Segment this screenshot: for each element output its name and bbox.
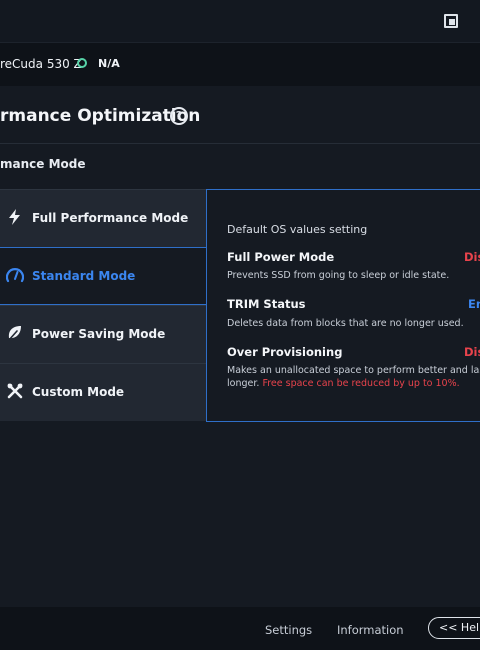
detail-description-continued: longer. Free space can be reduced by up … xyxy=(227,378,460,389)
mode-details-panel: Default OS values setting Full Power Mod… xyxy=(206,189,480,422)
device-status: N/A xyxy=(98,57,120,70)
mode-option-power-saving[interactable]: Power Saving Mode xyxy=(0,305,206,363)
detail-status: Dis xyxy=(464,250,480,264)
detail-status: Dis xyxy=(464,345,480,359)
mode-label: Custom Mode xyxy=(32,385,125,399)
leaf-icon xyxy=(8,326,21,341)
detail-title: Full Power Mode xyxy=(227,250,335,264)
warning-text: Free space can be reduced by up to 10%. xyxy=(262,378,460,389)
status-indicator-icon xyxy=(77,58,87,68)
detail-title: TRIM Status xyxy=(227,297,306,311)
device-bar: reCuda 530 Z xyxy=(0,42,480,86)
help-icon[interactable]: ? xyxy=(170,107,188,125)
section-divider xyxy=(0,143,480,144)
subsection-title: mance Mode xyxy=(0,157,86,171)
settings-link[interactable]: Settings xyxy=(265,623,312,637)
mode-label: Full Performance Mode xyxy=(32,211,189,225)
detail-description: Deletes data from blocks that are no lon… xyxy=(227,318,464,329)
title-bar xyxy=(0,0,480,42)
help-button[interactable]: << Help xyxy=(428,617,480,639)
gauge-icon xyxy=(6,268,24,283)
detail-description: Makes an unallocated space to perform be… xyxy=(227,365,480,376)
information-link[interactable]: Information xyxy=(337,623,404,637)
device-name[interactable]: reCuda 530 Z xyxy=(0,57,82,71)
lightning-icon xyxy=(9,209,20,225)
footer-bar: Settings Information << Help xyxy=(0,607,480,650)
wrench-icon xyxy=(7,383,23,399)
details-intro: Default OS values setting xyxy=(227,223,368,236)
mode-label: Standard Mode xyxy=(32,269,136,283)
mode-option-custom[interactable]: Custom Mode xyxy=(0,363,206,421)
detail-description-end: longer. xyxy=(227,378,260,389)
detail-title: Over Provisioning xyxy=(227,345,343,359)
picture-in-picture-icon[interactable] xyxy=(444,14,458,28)
detail-description: Prevents SSD from going to sleep or idle… xyxy=(227,270,450,281)
mode-option-full-performance[interactable]: Full Performance Mode xyxy=(0,189,206,247)
mode-option-standard[interactable]: Standard Mode xyxy=(0,247,206,305)
mode-label: Power Saving Mode xyxy=(32,327,166,341)
detail-status: En xyxy=(468,297,480,311)
